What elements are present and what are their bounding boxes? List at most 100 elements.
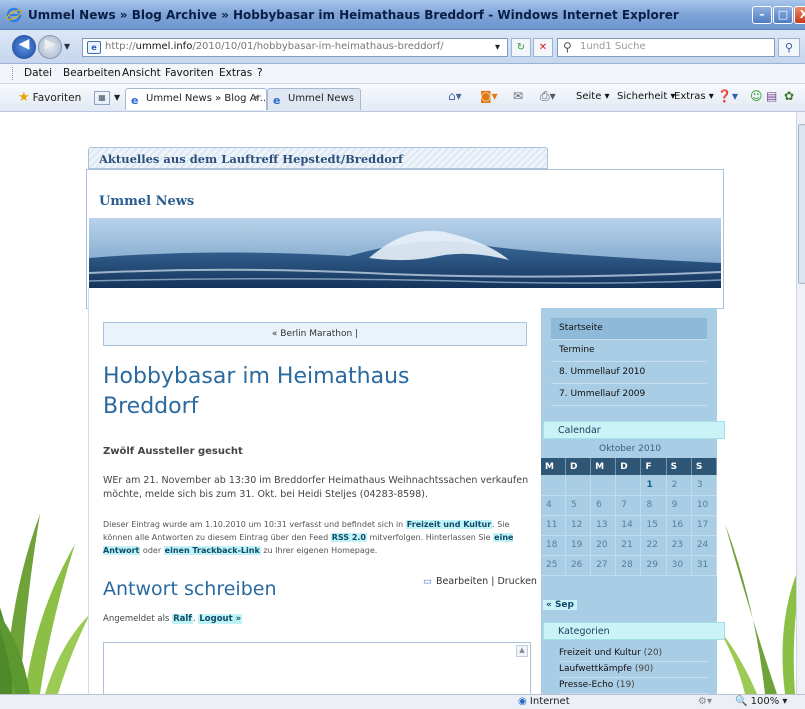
calendar-day: 23 bbox=[666, 535, 692, 556]
refresh-icon[interactable]: ↻ bbox=[511, 38, 531, 57]
calendar-prev-link[interactable]: « Sep bbox=[543, 600, 577, 610]
status-bar: ◉ Internet ⚙▾ 🔍 100% ▾ bbox=[0, 694, 805, 709]
help-icon[interactable]: ❓▾ bbox=[717, 89, 738, 103]
print-icon[interactable]: ⎙▾ bbox=[540, 89, 556, 104]
research-icon[interactable]: ▤ bbox=[766, 89, 777, 103]
calendar-day: 16 bbox=[666, 515, 692, 536]
calendar-day: 17 bbox=[691, 515, 718, 536]
tab-ummel-news[interactable]: e Ummel News bbox=[267, 88, 361, 110]
blog-name-link[interactable]: Ummel News bbox=[99, 194, 194, 209]
rss-feed-icon[interactable]: ◙▾ bbox=[480, 89, 498, 103]
protected-mode-icon[interactable]: ⚙▾ bbox=[698, 696, 712, 707]
sidebar-item-termine[interactable]: Termine bbox=[551, 340, 707, 362]
menu-bearbeiten[interactable]: Bearbeiten bbox=[63, 67, 121, 79]
sidebar-nav: Startseite Termine 8. Ummellauf 2010 7. … bbox=[551, 318, 707, 406]
search-button[interactable]: ⚲ bbox=[778, 38, 800, 57]
calendar-day: 21 bbox=[615, 535, 642, 556]
logout-link[interactable]: Logout » bbox=[198, 614, 243, 624]
category-name[interactable]: Presse-Echo bbox=[559, 680, 613, 690]
favorites-label: Favoriten bbox=[32, 92, 82, 104]
back-button[interactable]: ◀ bbox=[12, 35, 36, 59]
edit-links: ▭ Bearbeiten | Drucken bbox=[423, 576, 537, 587]
page-viewport: Aktuelles aus dem Lauftreff Hepstedt/Bre… bbox=[0, 112, 796, 694]
post-body: WEr am 21. November ab 13:30 im Breddorf… bbox=[103, 475, 529, 500]
print-link[interactable]: Drucken bbox=[497, 576, 537, 587]
category-link[interactable]: Freizeit und Kultur bbox=[405, 520, 493, 529]
close-button[interactable]: X bbox=[794, 6, 805, 24]
user-link[interactable]: Ralf bbox=[172, 614, 193, 624]
tab-ie-icon: e bbox=[273, 94, 281, 107]
favorites-button[interactable]: ★ Favoriten bbox=[18, 90, 81, 105]
calendar-day: 5 bbox=[565, 495, 592, 516]
stop-icon[interactable]: ✕ bbox=[533, 38, 553, 57]
address-input[interactable]: e http://ummel.info/2010/10/01/hobbybasa… bbox=[82, 38, 508, 57]
page-scrollbar[interactable] bbox=[796, 112, 805, 694]
minimize-button[interactable]: – bbox=[752, 6, 772, 24]
quick-tabs-icon[interactable]: ▦ bbox=[94, 91, 110, 105]
meta-text: Dieser Eintrag wurde am 1.10.2010 um 10:… bbox=[103, 520, 406, 529]
menu-favoriten[interactable]: Favoriten bbox=[165, 67, 214, 79]
category-item[interactable]: Laufwettkämpfe (90) bbox=[559, 662, 709, 678]
logged-in-text: Angemeldet als bbox=[103, 614, 173, 624]
comment-textarea[interactable]: ▲ bbox=[103, 642, 531, 694]
addon-icon[interactable]: ✿ bbox=[784, 89, 794, 103]
calendar-day: 26 bbox=[565, 555, 592, 576]
search-icon: ⚲ bbox=[563, 40, 572, 54]
category-item[interactable]: Freizeit und Kultur (20) bbox=[559, 646, 709, 662]
calendar-day: 30 bbox=[666, 555, 692, 576]
messenger-icon[interactable]: ☺ bbox=[750, 89, 763, 103]
sidebar-item-startseite[interactable]: Startseite bbox=[551, 318, 707, 340]
tab-list-dropdown-icon[interactable]: ▼ bbox=[114, 93, 120, 102]
sidebar-item-ummellauf-2009[interactable]: 7. Ummellauf 2009 bbox=[551, 384, 707, 406]
category-count: (20) bbox=[643, 648, 663, 658]
window-titlebar: Ummel News » Blog Archive » Hobbybasar i… bbox=[0, 0, 805, 30]
mail-icon[interactable]: ✉ bbox=[513, 89, 523, 103]
calendar-day: 12 bbox=[565, 515, 592, 536]
tab-ummel-blog-archive[interactable]: e Ummel News » Blog Ar... ✕ bbox=[125, 88, 269, 110]
menu-datei[interactable]: Datei bbox=[24, 67, 52, 79]
history-dropdown-icon[interactable]: ▼ bbox=[64, 42, 70, 51]
grass-decoration-left-icon bbox=[0, 514, 90, 694]
safety-menu[interactable]: Sicherheit ▾ bbox=[617, 91, 675, 102]
categories-list: Freizeit und Kultur (20) Laufwettkämpfe … bbox=[559, 646, 709, 694]
category-item[interactable]: Presse-Echo (19) bbox=[559, 678, 709, 694]
category-name[interactable]: Freizeit und Kultur bbox=[559, 648, 641, 658]
forward-button[interactable]: ▶ bbox=[38, 35, 62, 59]
search-placeholder: 1und1 Suche bbox=[580, 41, 646, 52]
weekday: D bbox=[565, 458, 592, 475]
menu-ansicht[interactable]: Ansicht bbox=[122, 67, 161, 79]
calendar-day: 28 bbox=[615, 555, 642, 576]
calendar-day: 8 bbox=[640, 495, 667, 516]
weekday: F bbox=[640, 458, 667, 475]
sidebar-item-ummellauf-2010[interactable]: 8. Ummellauf 2010 bbox=[551, 362, 707, 384]
home-icon[interactable]: ⌂▾ bbox=[448, 89, 462, 103]
scrollbar-thumb[interactable] bbox=[798, 124, 805, 284]
address-dropdown-icon[interactable]: ▾ bbox=[489, 39, 506, 56]
calendar-day-linked[interactable]: 1 bbox=[640, 475, 667, 496]
calendar-day: 11 bbox=[541, 515, 566, 536]
url-prefix: http:// bbox=[105, 41, 136, 52]
calendar-day: 3 bbox=[691, 475, 718, 496]
weekday: M bbox=[541, 458, 566, 475]
rss-link[interactable]: RSS 2.0 bbox=[330, 533, 367, 542]
post-title: Hobbybasar im Heimathaus Breddorf bbox=[103, 364, 410, 419]
page-menu[interactable]: Seite ▾ bbox=[576, 91, 610, 102]
calendar-day: 15 bbox=[640, 515, 667, 536]
edit-link[interactable]: Bearbeiten bbox=[436, 576, 488, 587]
post-navigation[interactable]: « Berlin Marathon | bbox=[103, 322, 527, 346]
menu-extras[interactable]: Extras bbox=[219, 67, 252, 79]
category-name[interactable]: Laufwettkämpfe bbox=[559, 664, 632, 674]
tools-menu[interactable]: Extras ▾ bbox=[674, 91, 714, 102]
scroll-up-icon[interactable]: ▲ bbox=[516, 645, 528, 657]
maximize-button[interactable]: □ bbox=[773, 6, 793, 24]
calendar-day: 22 bbox=[640, 535, 667, 556]
trackback-link[interactable]: einen Trackback-Link bbox=[163, 546, 261, 555]
calendar-day: 6 bbox=[590, 495, 617, 516]
close-tab-icon[interactable]: ✕ bbox=[252, 93, 260, 104]
tab-label: Ummel News bbox=[288, 93, 354, 104]
zoom-control[interactable]: 🔍 100% ▾ bbox=[735, 696, 787, 707]
calendar-day: 10 bbox=[691, 495, 718, 516]
menu-help[interactable]: ? bbox=[257, 67, 263, 79]
tab-ie-icon: e bbox=[131, 94, 139, 107]
search-input[interactable]: ⚲ 1und1 Suche bbox=[557, 38, 775, 57]
